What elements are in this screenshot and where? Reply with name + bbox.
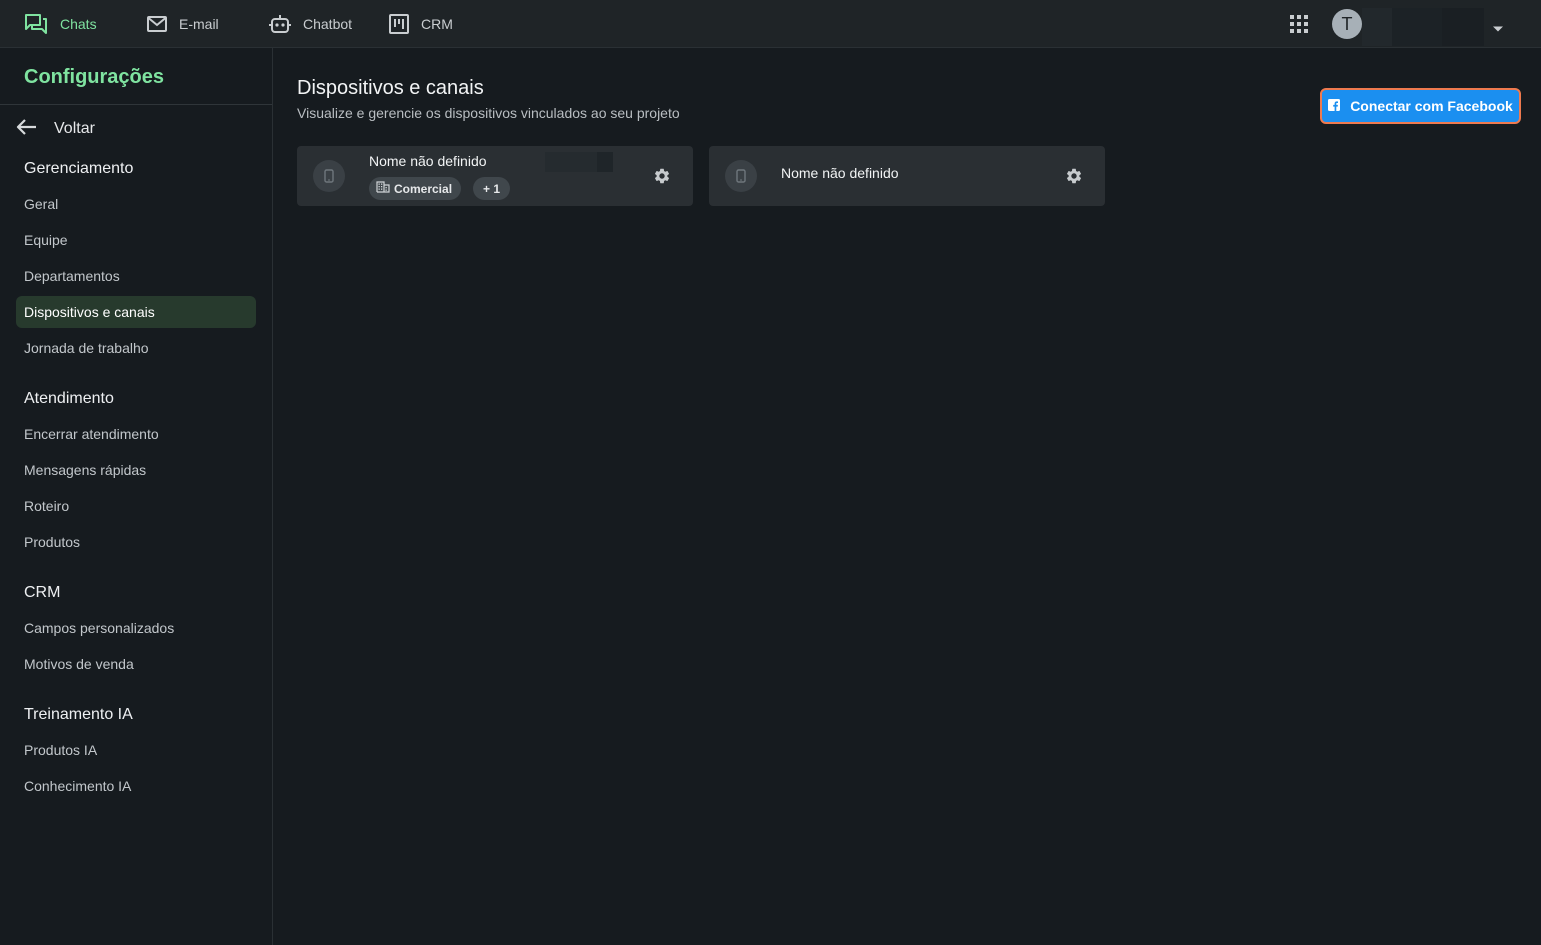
nav-chatbot-label: Chatbot	[303, 16, 353, 32]
connect-facebook-button[interactable]: Conectar com Facebook	[1320, 88, 1521, 124]
section-treinamento-ia: Treinamento IA	[24, 706, 133, 723]
device-name: Nome não definido	[369, 153, 487, 169]
section-atendimento: Atendimento	[24, 390, 114, 407]
gear-icon[interactable]	[653, 167, 671, 185]
divider	[0, 104, 272, 105]
section-crm: CRM	[24, 584, 61, 601]
sidebar-item-produtos-ia[interactable]: Produtos IA	[16, 734, 256, 766]
chat-bubbles-icon	[24, 13, 48, 35]
sidebar-item-encerrar-atendimento[interactable]: Encerrar atendimento	[16, 418, 256, 450]
page-title: Dispositivos e canais	[297, 77, 484, 99]
nav-chatbot[interactable]: Chatbot	[269, 0, 352, 48]
chevron-down-icon[interactable]	[1492, 20, 1504, 32]
nav-crm-label: CRM	[421, 16, 453, 32]
mail-icon	[147, 16, 167, 32]
avatar[interactable]: T	[1332, 9, 1362, 39]
sidebar-item-roteiro[interactable]: Roteiro	[16, 490, 256, 522]
nav-chats-label: Chats	[60, 16, 97, 32]
section-gerenciamento: Gerenciamento	[24, 160, 134, 177]
device-card[interactable]: Nome não definido Comercial + 1	[297, 146, 693, 206]
sidebar-item-produtos[interactable]: Produtos	[16, 526, 256, 558]
nav-email[interactable]: E-mail	[147, 0, 219, 48]
apps-grid-icon[interactable]	[1290, 15, 1308, 33]
connect-facebook-label: Conectar com Facebook	[1350, 98, 1513, 114]
nav-chats[interactable]: Chats	[24, 0, 97, 48]
phone-icon	[313, 160, 345, 192]
gear-icon[interactable]	[1065, 167, 1083, 185]
sidebar-item-mensagens-rapidas[interactable]: Mensagens rápidas	[16, 454, 256, 486]
redacted-area	[597, 152, 613, 172]
sidebar-title: Configurações	[24, 66, 165, 88]
sidebar-item-motivos-de-venda[interactable]: Motivos de venda	[16, 648, 256, 680]
redacted-area	[1392, 8, 1442, 46]
back-button[interactable]: Voltar	[16, 116, 95, 142]
device-card[interactable]: Nome não definido	[709, 146, 1105, 206]
redacted-area	[1362, 8, 1392, 46]
avatar-initial: T	[1341, 13, 1353, 34]
building-icon	[376, 181, 390, 196]
sidebar-item-geral[interactable]: Geral	[16, 188, 256, 220]
page-subtitle: Visualize e gerencie os dispositivos vin…	[297, 105, 680, 121]
sidebar-item-departamentos[interactable]: Departamentos	[16, 260, 256, 292]
more-tags-badge[interactable]: + 1	[473, 177, 511, 200]
sidebar-item-equipe[interactable]: Equipe	[16, 224, 256, 256]
robot-icon	[269, 14, 291, 34]
phone-icon	[725, 160, 757, 192]
nav-email-label: E-mail	[179, 16, 219, 32]
kanban-icon	[389, 14, 409, 34]
sidebar-item-dispositivos-e-canais[interactable]: Dispositivos e canais	[16, 296, 256, 328]
department-tag-label: Comercial	[394, 181, 453, 196]
device-name: Nome não definido	[781, 165, 899, 181]
sidebar-item-conhecimento-ia[interactable]: Conhecimento IA	[16, 770, 256, 802]
nav-crm[interactable]: CRM	[389, 0, 453, 48]
department-tag: Comercial	[369, 177, 462, 200]
top-navigation-bar: Chats E-mail Chatbot CRM T	[0, 0, 1541, 48]
arrow-left-icon	[16, 118, 38, 141]
settings-sidebar: Configurações Voltar Gerenciamento Geral…	[0, 48, 273, 945]
back-label: Voltar	[54, 120, 95, 137]
redacted-area	[1442, 8, 1484, 46]
sidebar-item-campos-personalizados[interactable]: Campos personalizados	[16, 612, 256, 644]
sidebar-item-jornada-de-trabalho[interactable]: Jornada de trabalho	[16, 332, 256, 364]
facebook-icon	[1328, 98, 1341, 114]
redacted-area	[545, 152, 597, 172]
